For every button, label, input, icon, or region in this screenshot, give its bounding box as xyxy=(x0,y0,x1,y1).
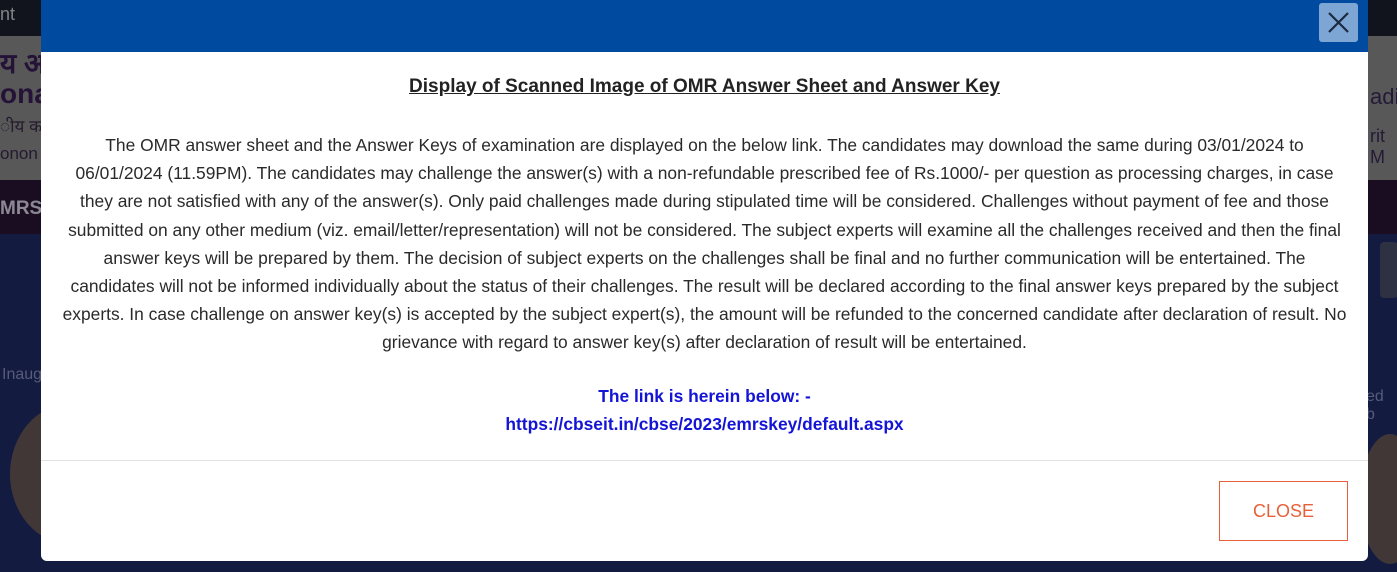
answer-key-link[interactable]: https://cbseit.in/cbse/2023/emrskey/defa… xyxy=(41,414,1368,435)
modal-close-x-button[interactable] xyxy=(1319,3,1358,42)
modal-paragraph: The OMR answer sheet and the Answer Keys… xyxy=(62,135,1347,353)
modal-title: Display of Scanned Image of OMR Answer S… xyxy=(409,76,1000,97)
close-icon xyxy=(1328,12,1349,33)
modal-footer-divider xyxy=(41,460,1368,461)
modal-header xyxy=(41,0,1368,52)
close-button[interactable]: CLOSE xyxy=(1219,481,1348,541)
modal-dialog: Display of Scanned Image of OMR Answer S… xyxy=(41,0,1368,561)
link-label: The link is herein below: - xyxy=(598,386,811,406)
